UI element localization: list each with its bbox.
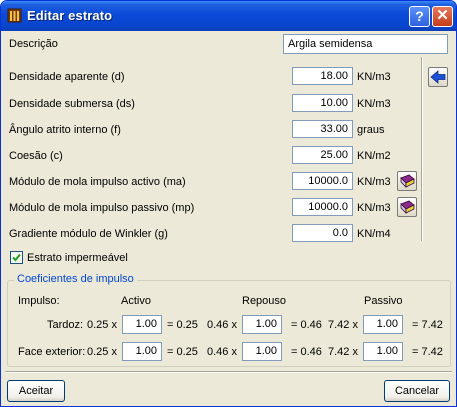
coef-input-face-passivo[interactable]: 1.00 xyxy=(363,342,403,361)
title-bar[interactable]: Editar estrato ? ✕ xyxy=(1,1,456,31)
impulso-header: Impulso: xyxy=(18,295,60,307)
cancelar-button[interactable]: Cancelar xyxy=(384,380,450,402)
close-button[interactable]: ✕ xyxy=(432,6,453,27)
coef-mult: 0.25 x xyxy=(87,319,117,331)
dialog-window: Editar estrato ? ✕ Descrição Argila semi… xyxy=(0,0,457,407)
repouso-header: Repouso xyxy=(242,295,287,307)
row-label-tardoz: Tardoz: xyxy=(47,319,84,331)
field-input-angulo-atrito[interactable]: 33.00 xyxy=(292,120,353,138)
descricao-label: Descrição xyxy=(9,38,58,50)
field-input-densidade-submersa[interactable]: 10.00 xyxy=(292,94,353,112)
field-label-coesao: Coesão (c) xyxy=(9,150,63,162)
impermeavel-label: Estrato impermeável xyxy=(27,252,128,264)
field-input-coesao[interactable]: 25.00 xyxy=(292,146,353,164)
field-input-densidade-aparente[interactable]: 18.00 xyxy=(292,67,353,85)
field-label-densidade-submersa: Densidade submersa (ds) xyxy=(9,98,135,110)
field-label-modulo-passivo: Módulo de mola impulso passivo (mp) xyxy=(9,202,195,214)
field-unit: KN/m3 xyxy=(357,98,391,110)
coef-result: = 0.46 xyxy=(291,346,322,358)
book-icon xyxy=(400,174,415,188)
row-label-face-exterior: Face exterior: xyxy=(18,346,86,358)
field-label-gradiente-winkler: Gradiente módulo de Winkler (g) xyxy=(9,228,168,240)
field-unit: KN/m3 xyxy=(357,202,391,214)
field-label-modulo-activo: Módulo de mola impulso activo (ma) xyxy=(9,176,186,188)
coeficientes-title: Coeficientes de impulso xyxy=(14,273,137,285)
impermeavel-checkbox[interactable] xyxy=(10,251,23,264)
passivo-header: Passivo xyxy=(364,295,403,307)
coef-input-face-activo[interactable]: 1.00 xyxy=(122,342,162,361)
coef-result: = 7.42 xyxy=(412,319,443,331)
coef-result: = 0.25 xyxy=(167,319,198,331)
coef-result: = 0.25 xyxy=(167,346,198,358)
aceitar-button[interactable]: Aceitar xyxy=(7,380,65,402)
coef-result: = 0.46 xyxy=(291,319,322,331)
coef-mult: 7.42 x xyxy=(328,346,358,358)
app-icon xyxy=(7,8,22,23)
field-unit: KN/m3 xyxy=(357,176,391,188)
coef-result: = 7.42 xyxy=(412,346,443,358)
coef-input-tardoz-repouso[interactable]: 1.00 xyxy=(242,315,282,334)
window-title: Editar estrato xyxy=(27,8,113,23)
copy-values-button[interactable] xyxy=(428,67,448,87)
field-unit: KN/m2 xyxy=(357,150,391,162)
coef-mult: 0.46 x xyxy=(207,346,237,358)
coef-mult: 7.42 x xyxy=(328,319,358,331)
field-input-gradiente-winkler[interactable]: 0.0 xyxy=(292,224,353,242)
field-unit: KN/m4 xyxy=(357,228,391,240)
checkmark-icon xyxy=(12,253,21,262)
arrow-left-icon xyxy=(430,70,446,84)
book-button-activo[interactable] xyxy=(397,171,417,191)
coef-mult: 0.46 x xyxy=(207,319,237,331)
activo-header: Activo xyxy=(121,295,151,307)
book-button-passivo[interactable] xyxy=(397,197,417,217)
coef-mult: 0.25 x xyxy=(87,346,117,358)
field-label-angulo-atrito: Ângulo atrito interno (f) xyxy=(9,124,121,136)
book-icon xyxy=(400,200,415,214)
field-input-modulo-passivo[interactable]: 10000.0 xyxy=(292,198,353,216)
vertical-separator xyxy=(421,57,423,241)
descricao-input[interactable]: Argila semidensa xyxy=(283,34,448,54)
field-unit: KN/m3 xyxy=(357,71,391,83)
help-button[interactable]: ? xyxy=(409,6,430,27)
field-label-densidade-aparente: Densidade aparente (d) xyxy=(9,71,125,83)
coef-input-tardoz-passivo[interactable]: 1.00 xyxy=(363,315,403,334)
field-unit: graus xyxy=(357,124,385,136)
coef-input-tardoz-activo[interactable]: 1.00 xyxy=(122,315,162,334)
coef-input-face-repouso[interactable]: 1.00 xyxy=(242,342,282,361)
bottom-separator xyxy=(5,371,452,373)
field-input-modulo-activo[interactable]: 10000.0 xyxy=(292,172,353,190)
